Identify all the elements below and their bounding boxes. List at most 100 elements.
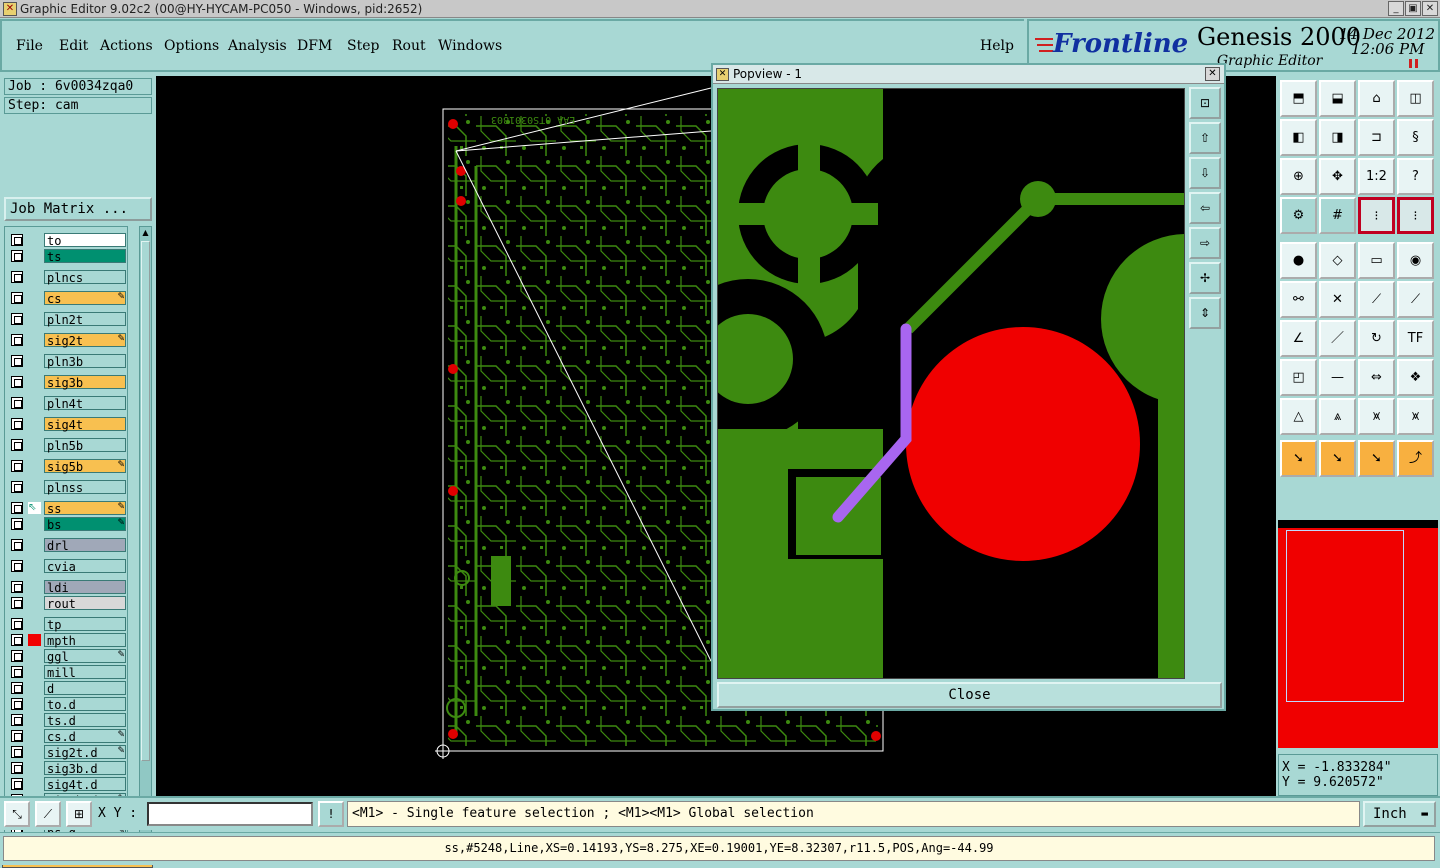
layer-visibility-checkbox[interactable] [11, 746, 23, 758]
arch-icon[interactable]: ⩙ [1358, 398, 1395, 435]
layer-name[interactable]: sig3b [44, 375, 126, 390]
measure-toggle-icon[interactable]: ⟋ [35, 801, 61, 827]
layer-row-pln4t[interactable]: pln4t [8, 396, 129, 411]
layer-visibility-checkbox[interactable] [11, 714, 23, 726]
layer-name[interactable]: bs [44, 517, 126, 532]
group-icon[interactable]: ❖ [1397, 359, 1434, 396]
layer-visibility-checkbox[interactable] [11, 618, 23, 630]
add-surface-icon[interactable]: ◇ [1319, 242, 1356, 279]
zoom-down-icon[interactable]: ⬓ [1319, 80, 1356, 117]
layer-row-cvia[interactable]: cvia [8, 559, 129, 574]
stretch-icon[interactable]: ⇔ [1358, 359, 1395, 396]
layer-row-mpth[interactable]: mpth [8, 633, 129, 648]
layer-row-tp[interactable]: tp [8, 617, 129, 632]
popview-pan-up-icon[interactable]: ⇧ [1189, 122, 1221, 154]
line-edit-icon[interactable]: ／ [1319, 320, 1356, 357]
zoom-center-icon[interactable]: ✥ [1319, 158, 1356, 195]
zoom-home-icon[interactable]: ⬒ [1280, 80, 1317, 117]
layer-row-pln3b[interactable]: pln3b [8, 354, 129, 369]
select-cross-icon[interactable]: ➘ [1358, 440, 1395, 477]
layer-row-sig5b[interactable]: sig5b ✎ [8, 459, 129, 474]
layer-name[interactable]: ldi [44, 580, 126, 595]
grid-toggle-icon[interactable]: ⊞ [66, 801, 92, 827]
layer-row-plnss[interactable]: plnss [8, 480, 129, 495]
layer-row-ts[interactable]: ts [8, 249, 129, 264]
layer-visibility-checkbox[interactable] [11, 539, 23, 551]
layer-row-ggl[interactable]: ggl ✎ [8, 649, 129, 664]
unit-select[interactable]: Inch ▬ [1363, 801, 1436, 827]
layer-visibility-checkbox[interactable] [11, 481, 23, 493]
layer-row-rout[interactable]: rout [8, 596, 129, 611]
layer-visibility-checkbox[interactable] [11, 292, 23, 304]
arc-icon[interactable]: ↻ [1358, 320, 1395, 357]
layer-visibility-checkbox[interactable] [11, 271, 23, 283]
layer-name[interactable]: mpth [44, 633, 126, 648]
layer-row-ldi[interactable]: ldi [8, 580, 129, 595]
layer-row-bs[interactable]: bs ✎ [8, 517, 129, 532]
layer-row-to-d[interactable]: to.d [8, 697, 129, 712]
layer-name[interactable]: pln4t [44, 396, 126, 411]
pause-icon[interactable] [1409, 59, 1418, 68]
layer-row-sig3b[interactable]: sig3b [8, 375, 129, 390]
layer-visibility-checkbox[interactable] [11, 518, 23, 530]
layer-row-d[interactable]: d [8, 681, 129, 696]
popview-zoom-out-icon[interactable]: ⇕ [1189, 297, 1221, 329]
layer-visibility-checkbox[interactable] [11, 376, 23, 388]
select-pointer-icon[interactable]: ➘ [1280, 440, 1317, 477]
menu-actions[interactable]: Actions [100, 38, 153, 54]
close-window-button[interactable]: ✕ [1422, 1, 1438, 16]
layer-name[interactable]: sig4t.d [44, 777, 126, 792]
menu-file[interactable]: File [16, 38, 43, 54]
layer-name[interactable]: sig2t.d [44, 745, 126, 760]
layer-visibility-checkbox[interactable] [11, 250, 23, 262]
layer-name[interactable]: sig3b.d [44, 761, 126, 776]
menu-dfm[interactable]: DFM [297, 38, 332, 54]
warning-icon[interactable]: ! [318, 801, 344, 827]
layer-row-ss[interactable]: ⇖ ss ✎ [8, 501, 129, 516]
text-icon[interactable]: TF [1397, 320, 1434, 357]
snap-center-icon[interactable]: ⁝ [1397, 197, 1434, 234]
layer-name[interactable]: pln3b [44, 354, 126, 369]
layer-name[interactable]: rout [44, 596, 126, 611]
settings-icon[interactable]: ⚙ [1280, 197, 1317, 234]
popview-zoom-in-icon[interactable]: ✢ [1189, 262, 1221, 294]
layer-row-pln2t[interactable]: pln2t [8, 312, 129, 327]
add-line-icon[interactable]: ⟋ [1358, 281, 1395, 318]
layer-visibility-checkbox[interactable] [11, 439, 23, 451]
layer-row-sig4t-d[interactable]: sig4t.d [8, 777, 129, 792]
scroll-up-icon[interactable]: ▲ [141, 228, 150, 237]
menu-options[interactable]: Options [164, 38, 219, 54]
split-view-icon[interactable]: ◫ [1397, 80, 1434, 117]
layer-name[interactable]: mill [44, 665, 126, 680]
layer-row-to[interactable]: to [8, 233, 129, 248]
layer-name[interactable]: plncs [44, 270, 126, 285]
select-box-icon[interactable]: ➘ [1319, 440, 1356, 477]
layer-name[interactable]: cs [44, 291, 126, 306]
pan-left-icon[interactable]: ◧ [1280, 119, 1317, 156]
menu-rout[interactable]: Rout [392, 38, 426, 54]
layer-name[interactable]: cvia [44, 559, 126, 574]
layer-visibility-checkbox[interactable] [11, 502, 23, 514]
layer-visibility-checkbox[interactable] [11, 666, 23, 678]
layer-visibility-checkbox[interactable] [11, 730, 23, 742]
minimize-button[interactable]: _ [1388, 1, 1404, 16]
add-circle-icon[interactable]: ◉ [1397, 242, 1434, 279]
layer-name[interactable]: ts [44, 249, 126, 264]
angle-icon[interactable]: ∠ [1280, 320, 1317, 357]
delete-icon[interactable]: ✕ [1319, 281, 1356, 318]
popview-close-button[interactable]: Close [717, 682, 1222, 708]
layer-name[interactable]: plnss [44, 480, 126, 495]
layer-name[interactable]: pln2t [44, 312, 126, 327]
connect-icon[interactable]: ⚯ [1280, 281, 1317, 318]
overview-map[interactable] [1278, 520, 1438, 748]
layer-row-mill[interactable]: mill [8, 665, 129, 680]
mirror-view-icon[interactable]: ⊐ [1358, 119, 1395, 156]
scale-1-2-icon[interactable]: 1:2 [1358, 158, 1395, 195]
layer-name[interactable]: cs.d [44, 729, 126, 744]
layer-visibility-checkbox[interactable] [11, 698, 23, 710]
snap-pad-icon[interactable]: ⁝ [1358, 197, 1395, 234]
popview-pan-down-icon[interactable]: ⇩ [1189, 157, 1221, 189]
menu-analysis[interactable]: Analysis [228, 38, 287, 54]
arch-edit-icon[interactable]: ⩙ [1397, 398, 1434, 435]
layer-visibility-checkbox[interactable] [11, 234, 23, 246]
